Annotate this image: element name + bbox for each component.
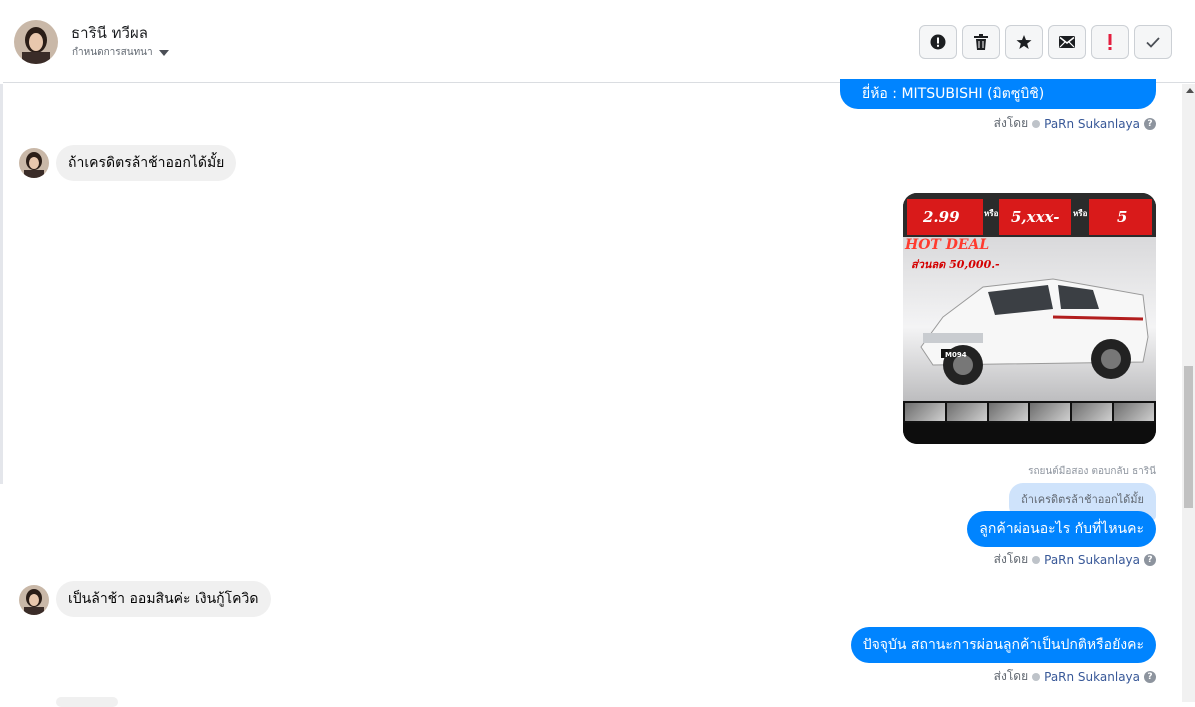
thumbnail [1030,403,1071,421]
outgoing-message: ลูกค้าผ่อนอะไร กับที่ไหนคะ [967,511,1156,547]
thumbnail-strip [903,401,1156,423]
help-icon[interactable]: ? [1144,670,1156,683]
thumbnail [946,403,987,421]
left-divider [0,84,3,484]
star-icon [1016,35,1032,49]
help-icon[interactable]: ? [1144,553,1156,566]
incoming-message: เป็นล้าช้า ออมสินค่ะ เงินกู้โควิด [56,581,271,617]
promo-years: 5 [1117,208,1128,226]
agent-status-icon [1032,119,1041,128]
outgoing-message: ปัจจุบัน สถานะการผ่อนลูกค้าเป็นปกติหรือย… [850,627,1156,663]
thumbnail [905,403,945,421]
trash-icon [974,34,988,50]
sent-by-info: ส่งโดย PaRn Sukanlaya ? [994,114,1156,133]
mark-important-button[interactable] [1091,25,1129,59]
conversation-toolbar [919,25,1172,59]
message-text: ถ้าเครดิตรล้าช้าออกได้มั้ย [68,155,225,171]
sent-by-info: ส่งโดย PaRn Sukanlaya ? [994,550,1156,569]
license-plate: M094 [945,351,967,359]
promo-installment: 5,xxx- [1011,208,1060,226]
message-text: ยี่ห้อ : MITSUBISHI (มิตซูบิชิ) [862,86,1045,102]
thumbnail [1114,403,1154,421]
sent-by-label: ส่งโดย [993,669,1029,683]
scrollbar-thumb[interactable] [1184,366,1193,508]
sent-by-label: ส่งโดย [993,116,1029,130]
conversation-status-label: กำหนดการสนทนา [72,47,153,58]
promo-or-2: หรือ [1073,209,1088,218]
delete-button[interactable] [962,25,1000,59]
thumbnail [988,403,1029,421]
mark-done-button[interactable] [1134,25,1172,59]
mark-unread-button[interactable] [1048,25,1086,59]
conversation-header: ธารินี ทวีผล กำหนดการสนทนา [3,3,1195,83]
reply-context-label: รถยนต์มือสอง ตอบกลับ ธารินี [1028,466,1156,477]
thumbnail [1072,403,1113,421]
outgoing-message: ยี่ห้อ : MITSUBISHI (มิตซูบิชิ) [840,79,1156,109]
check-icon [1146,36,1160,48]
chevron-down-icon [158,49,169,56]
alert-icon [930,34,946,50]
incoming-message-partial [56,697,118,707]
discount-label: ส่วนลด 50,000.- [911,258,1000,271]
image-attachment[interactable]: 2.99 5,xxx- 5 หรือ หรือ HOT DEAL ส่วนลด … [903,193,1156,444]
scroll-up-arrow-icon[interactable] [1186,88,1194,93]
important-icon [1108,34,1112,50]
sent-by-info: ส่งโดย PaRn Sukanlaya ? [994,667,1156,686]
agent-status-icon [1032,672,1041,681]
agent-status-icon [1032,555,1041,564]
sent-by-label: ส่งโดย [993,552,1029,566]
star-button[interactable] [1005,25,1043,59]
mark-spam-button[interactable] [919,25,957,59]
mail-icon [1059,36,1075,48]
incoming-message: ถ้าเครดิตรล้าช้าออกได้มั้ย [56,145,237,181]
contact-avatar-small [19,148,49,178]
agent-name-link[interactable]: PaRn Sukanlaya [1044,670,1140,684]
message-text: ปัจจุบัน สถานะการผ่อนลูกค้าเป็นปกติหรือย… [862,637,1144,653]
contact-avatar-small [19,585,49,615]
contact-avatar[interactable] [14,20,58,64]
help-icon[interactable]: ? [1144,117,1156,130]
promo-rate: 2.99 [923,208,960,226]
conversation-status-dropdown[interactable]: กำหนดการสนทนา [72,45,169,60]
contact-name: ธารินี ทวีผล [71,24,148,42]
agent-name-link[interactable]: PaRn Sukanlaya [1044,117,1140,131]
hot-deal-label: HOT DEAL [905,237,990,253]
agent-name-link[interactable]: PaRn Sukanlaya [1044,553,1140,567]
promo-footer [903,423,1156,444]
message-text: ลูกค้าผ่อนอะไร กับที่ไหนคะ [979,521,1144,537]
promo-or-1: หรือ [984,209,999,218]
message-text: เป็นล้าช้า ออมสินค่ะ เงินกู้โควิด [68,591,259,607]
